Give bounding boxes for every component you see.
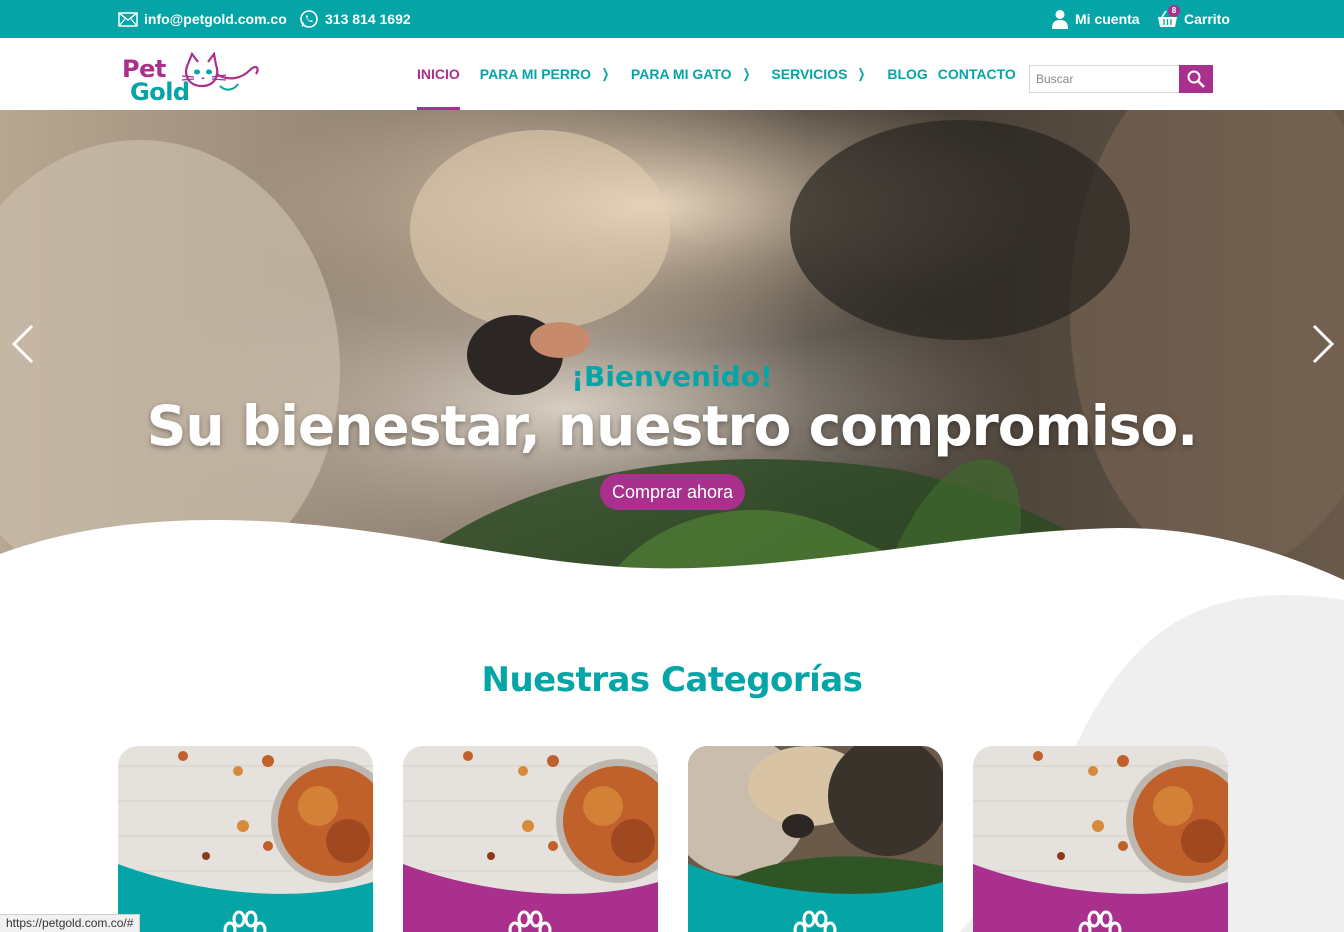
nav-para-mi-perro[interactable]: PARA MI PERRO ❯: [480, 38, 611, 110]
search-button[interactable]: [1179, 65, 1213, 93]
search-input[interactable]: [1029, 65, 1179, 93]
chevron-right-icon: ❯: [601, 66, 610, 81]
main-nav: INICIO PARA MI PERRO ❯ PARA MI GATO ❯ SERV…: [417, 38, 1036, 110]
category-card[interactable]: [403, 746, 658, 932]
basket-icon: 8: [1157, 5, 1180, 28]
logo[interactable]: Pet Gold: [120, 50, 265, 106]
nav-label: CONTACTO: [937, 66, 1016, 82]
cat-logo-icon: [181, 52, 259, 91]
browser-status-url: https://petgold.com.co/#: [0, 914, 141, 932]
account-link[interactable]: Mi cuenta: [1051, 0, 1140, 38]
cart-label: Carrito: [1184, 11, 1230, 27]
nav-label: BLOG: [887, 66, 928, 82]
email-text: info@petgold.com.co: [144, 11, 287, 27]
category-card[interactable]: [118, 746, 373, 932]
cart-count-badge: 8: [1168, 5, 1180, 17]
paw-icon: [1078, 910, 1122, 932]
top-bar: info@petgold.com.co 313 814 1692 Mi cuen…: [0, 0, 1344, 38]
phone-link[interactable]: 313 814 1692: [299, 0, 411, 38]
nav-servicios[interactable]: SERVICIOS ❯: [771, 38, 867, 110]
nav-label: SERVICIOS: [771, 66, 848, 82]
category-card[interactable]: [973, 746, 1228, 932]
nav-label: PARA MI GATO: [630, 66, 732, 82]
categories-title: Nuestras Categorías: [481, 660, 863, 700]
hero-headline: Su bienestar, nuestro compromiso.: [146, 394, 1198, 458]
paw-icon: [223, 910, 267, 932]
shop-now-button[interactable]: Comprar ahora: [600, 474, 745, 510]
search-icon: [1187, 70, 1205, 88]
paw-icon: [508, 910, 552, 932]
cart-link[interactable]: 8 Carrito: [1157, 0, 1230, 38]
hero-slider: ¡Bienvenido! Su bienestar, nuestro compr…: [0, 110, 1344, 590]
user-icon: [1052, 10, 1068, 29]
envelope-icon: [118, 11, 138, 27]
phone-text: 313 814 1692: [325, 11, 411, 27]
category-card[interactable]: [688, 746, 943, 932]
nav-label: PARA MI PERRO: [479, 66, 592, 82]
nav-label: INICIO: [417, 66, 460, 82]
whatsapp-icon: [300, 10, 318, 28]
hero-welcome-text: ¡Bienvenido!: [571, 360, 773, 393]
nav-blog[interactable]: BLOG: [887, 38, 927, 110]
nav-contacto[interactable]: CONTACTO: [938, 38, 1016, 110]
nav-para-mi-gato[interactable]: PARA MI GATO ❯: [631, 38, 752, 110]
chevron-right-icon: ❯: [858, 66, 866, 81]
email-link[interactable]: info@petgold.com.co: [118, 0, 287, 38]
account-label: Mi cuenta: [1075, 11, 1140, 27]
main-header: Pet Gold INICIO PARA MI PERRO ❯ PARA MI G…: [0, 38, 1344, 110]
search-box: [1029, 65, 1213, 93]
paw-icon: [793, 910, 837, 932]
nav-inicio[interactable]: INICIO: [417, 38, 460, 110]
chevron-right-icon: ❯: [742, 66, 750, 81]
